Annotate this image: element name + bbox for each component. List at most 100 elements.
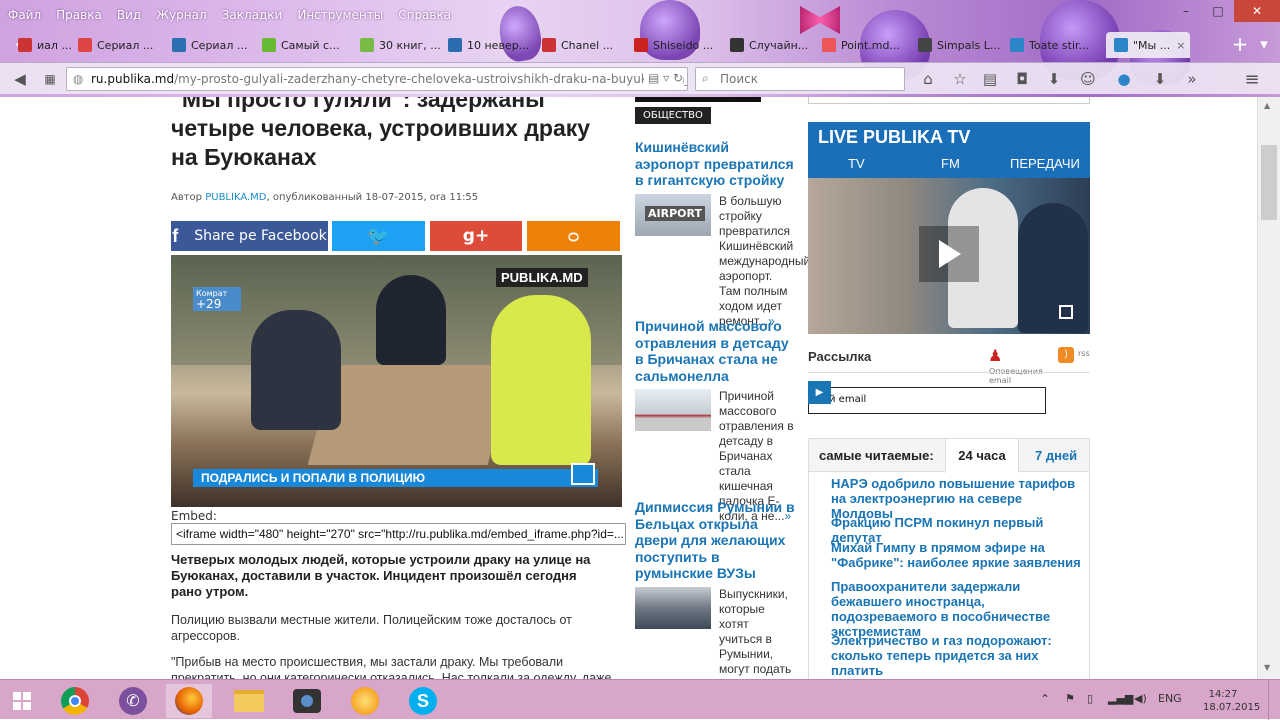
media-taskbar-icon[interactable] bbox=[342, 684, 388, 718]
grid-icon[interactable]: ▦ bbox=[38, 67, 62, 91]
tab-list-icon[interactable]: ▾ bbox=[1252, 32, 1276, 56]
live-video-player[interactable] bbox=[808, 178, 1090, 334]
top-news-link[interactable]: Электричество и газ подорожают: сколько … bbox=[831, 633, 1086, 678]
scroll-thumb[interactable] bbox=[1261, 145, 1277, 220]
url-bar[interactable]: ◍ ru.publika.md/my-prosto-gulyali-zaderz… bbox=[66, 67, 688, 91]
firefox-taskbar-icon[interactable] bbox=[166, 684, 212, 718]
close-window-button[interactable]: ✕ bbox=[1234, 0, 1280, 22]
play-button[interactable] bbox=[919, 226, 979, 282]
live-tab-tv[interactable]: TV bbox=[848, 156, 865, 171]
scrollbar[interactable]: ▲ ▼ bbox=[1257, 97, 1280, 679]
fullscreen-icon[interactable] bbox=[571, 463, 595, 485]
browser-tab[interactable]: "Мы ... × bbox=[1106, 32, 1190, 58]
browser-tab[interactable]: Сериал ... bbox=[78, 32, 166, 58]
email-submit-button[interactable]: ▶ bbox=[808, 381, 831, 404]
camera-taskbar-icon[interactable] bbox=[284, 684, 330, 718]
pocket-icon[interactable]: ◘ bbox=[1010, 67, 1034, 91]
tab-label: Toate stir... bbox=[1029, 38, 1090, 52]
favicon-icon bbox=[730, 38, 744, 52]
live-tab-fm[interactable]: FM bbox=[941, 156, 960, 171]
new-tab-button[interactable]: + bbox=[1228, 32, 1252, 56]
toolbar-overflow-icon[interactable]: » bbox=[1180, 67, 1204, 91]
flag-icon[interactable]: ⚑ bbox=[1065, 692, 1075, 705]
start-button[interactable] bbox=[0, 684, 44, 718]
menu-edit[interactable]: Правка bbox=[56, 8, 102, 22]
smiley-icon[interactable]: ☺ bbox=[1076, 67, 1100, 91]
browser-tab[interactable]: иал ... bbox=[18, 32, 74, 58]
clock-date: 18.07.2015 bbox=[1203, 702, 1261, 713]
maximize-button[interactable]: □ bbox=[1202, 0, 1234, 22]
show-desktop-button[interactable] bbox=[1268, 680, 1280, 720]
browser-tab[interactable]: Shiseido ... bbox=[634, 32, 724, 58]
menu-view[interactable]: Вид bbox=[117, 8, 141, 22]
reload-icon[interactable]: ▤ ▿ ↻ bbox=[643, 71, 683, 85]
language-indicator[interactable]: ENG bbox=[1158, 692, 1182, 705]
live-tab-shows[interactable]: ПЕРЕДАЧИ bbox=[1010, 156, 1080, 171]
news-thumbnail[interactable] bbox=[635, 587, 711, 629]
menu-tools[interactable]: Инструменты bbox=[297, 8, 383, 22]
download-icon[interactable]: ⬇ bbox=[1042, 67, 1066, 91]
home-icon[interactable]: ⌂ bbox=[916, 67, 940, 91]
browser-tab[interactable]: 10 невер... bbox=[448, 32, 536, 58]
clock[interactable]: 14:27 18.07.2015 bbox=[1203, 688, 1261, 714]
tab-label: Simpals L... bbox=[937, 38, 1001, 52]
hamburger-menu-icon[interactable]: ≡ bbox=[1240, 67, 1264, 91]
article-video[interactable]: PUBLIKA.MD Комрат +29 ПОДРАЛИСЬ И ПОПАЛИ… bbox=[171, 255, 622, 507]
back-icon[interactable]: ◀ bbox=[8, 67, 32, 91]
search-bar[interactable]: ⌕ Поиск bbox=[695, 67, 905, 91]
volume-icon[interactable]: ◀) bbox=[1134, 692, 1147, 705]
share-twitter-button[interactable]: 🐦 bbox=[332, 221, 425, 251]
email-field[interactable]: й email bbox=[808, 387, 1046, 414]
tab-label: Случайн... bbox=[749, 38, 809, 52]
news-title[interactable]: Кишинёвский аэропорт превратился в гиган… bbox=[635, 139, 795, 189]
newsletter-icon[interactable]: ♟ bbox=[988, 346, 1004, 365]
fullscreen-icon[interactable] bbox=[1059, 305, 1073, 319]
browser-tab[interactable]: Toate stir... bbox=[1010, 32, 1100, 58]
menu-bar: Файл Правка Вид Журнал Закладки Инструме… bbox=[0, 2, 466, 28]
skype-taskbar-icon[interactable]: S bbox=[400, 684, 446, 718]
close-tab-icon[interactable]: × bbox=[1176, 39, 1185, 52]
news-thumbnail[interactable] bbox=[635, 389, 711, 431]
browser-tab[interactable]: Chanel ... bbox=[542, 32, 626, 58]
browser-tab[interactable]: Point.md... bbox=[822, 32, 912, 58]
bookmark-star-icon[interactable]: ☆ bbox=[948, 67, 972, 91]
favicon-icon bbox=[18, 38, 32, 52]
battery-icon[interactable]: ▯ bbox=[1087, 692, 1093, 705]
reading-list-icon[interactable]: ▤ bbox=[978, 67, 1002, 91]
tray-expand-icon[interactable]: ⌃ bbox=[1040, 692, 1050, 706]
browser-tab[interactable]: Simpals L... bbox=[918, 32, 1004, 58]
share-gplus-button[interactable]: g+ bbox=[430, 221, 522, 251]
explorer-taskbar-icon[interactable] bbox=[226, 684, 272, 718]
viber-taskbar-icon[interactable]: ✆ bbox=[110, 684, 156, 718]
share-ok-button[interactable]: ᴑ bbox=[527, 221, 620, 251]
browser-tab[interactable]: Случайн... bbox=[730, 32, 816, 58]
browser-tab[interactable]: Сериал ... bbox=[172, 32, 256, 58]
embed-code-field[interactable]: <iframe width="480" height="270" src="ht… bbox=[171, 523, 626, 545]
minimize-button[interactable]: – bbox=[1170, 0, 1202, 22]
share-facebook-button[interactable]: f Share pe Facebook bbox=[171, 221, 328, 251]
browser-tab[interactable]: 30 книг, ... bbox=[360, 32, 442, 58]
menu-bookmarks[interactable]: Закладки bbox=[222, 8, 283, 22]
menu-file[interactable]: Файл bbox=[8, 8, 41, 22]
author-link[interactable]: PUBLIKA.MD bbox=[205, 192, 266, 203]
browser-tab[interactable]: Самый с... bbox=[262, 32, 354, 58]
network-icon[interactable]: ▂▄▆ bbox=[1108, 692, 1133, 705]
section-badge[interactable]: ОБЩЕСТВО bbox=[635, 107, 711, 124]
tab-24h[interactable]: 24 часа bbox=[945, 438, 1019, 473]
menu-history[interactable]: Журнал bbox=[156, 8, 207, 22]
news-title[interactable]: Дипмиссия Румынии в Бельцах открыла двер… bbox=[635, 499, 795, 582]
search-icon: ⌕ bbox=[702, 71, 709, 85]
social-icon[interactable]: ● bbox=[1112, 67, 1136, 91]
scroll-down-icon[interactable]: ▼ bbox=[1264, 663, 1270, 672]
news-title[interactable]: Причиной массового отравления в детсаду … bbox=[635, 318, 795, 384]
news-thumbnail[interactable]: AIRPORT bbox=[635, 194, 711, 236]
rss-icon[interactable]: ) bbox=[1058, 347, 1074, 363]
top-news-link[interactable]: Правоохранители задержали бежавшего инос… bbox=[831, 579, 1086, 639]
download-arrow-icon[interactable]: ⬇ bbox=[1148, 67, 1172, 91]
top-news-link[interactable]: Михай Гимпу в прямом эфире на "Фабрике":… bbox=[831, 540, 1086, 570]
gplus-icon: g+ bbox=[462, 226, 490, 246]
scroll-up-icon[interactable]: ▲ bbox=[1264, 101, 1270, 110]
menu-help[interactable]: Справка bbox=[398, 8, 451, 22]
tab-7days[interactable]: 7 дней bbox=[1035, 448, 1077, 463]
chrome-taskbar-icon[interactable] bbox=[52, 684, 98, 718]
